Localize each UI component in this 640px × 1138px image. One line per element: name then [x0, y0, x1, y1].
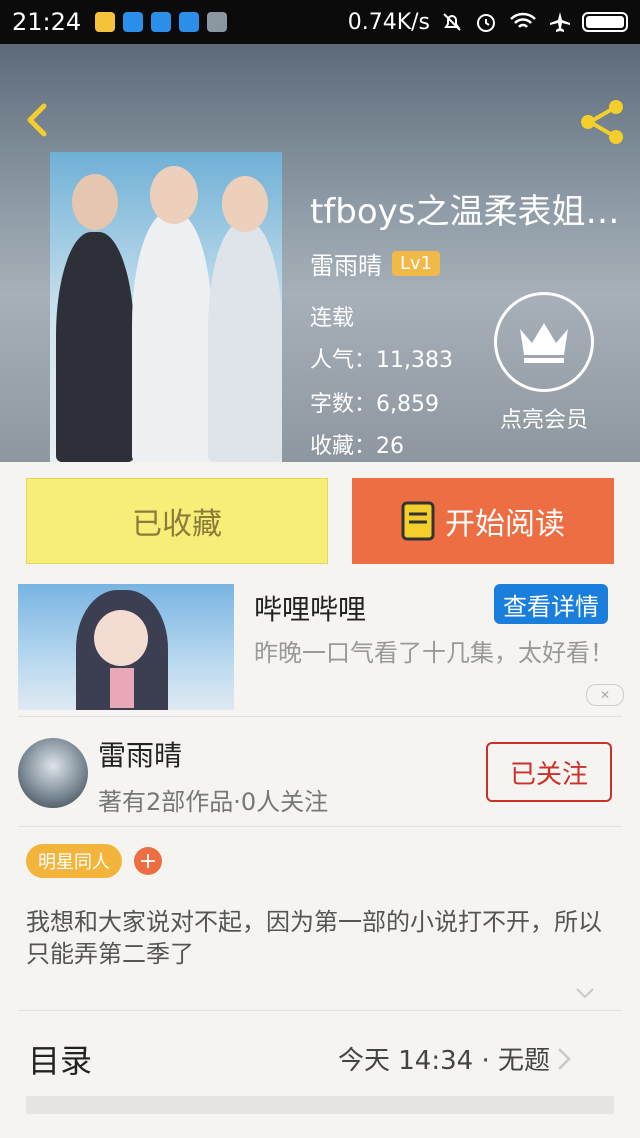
book-icon [401, 501, 435, 541]
book-cover[interactable] [50, 152, 282, 462]
cover-face [150, 166, 198, 224]
cover-figure [208, 222, 282, 462]
status-time: 21:24 [12, 8, 82, 36]
add-tag-button[interactable]: + [134, 847, 162, 875]
book-title: tfboys之温柔表姐… [310, 192, 620, 232]
word-count-stat: 字数：6,859 [310, 392, 439, 417]
level-badge: Lv1 [392, 251, 441, 276]
favorites-stat: 收藏：26 [310, 434, 404, 459]
cover-face [222, 176, 268, 232]
start-reading-label: 开始阅读 [445, 507, 565, 542]
book-description: 我想和大家说对不起，因为第一部的小说打不开，所以只能弄第二季了 [26, 908, 602, 968]
divider [18, 716, 622, 717]
bottom-bar [26, 1096, 614, 1114]
divider [18, 826, 622, 827]
notification-app-icon [151, 12, 172, 32]
author-card-meta: 著有2部作品·0人关注 [98, 788, 329, 816]
chevron-down-icon[interactable] [574, 982, 596, 1004]
start-reading-button[interactable]: 开始阅读 [352, 478, 614, 564]
table-of-contents-label[interactable]: 目录 [28, 1036, 92, 1082]
cover-face [72, 174, 118, 230]
author-row: 雷雨晴 Lv1 [310, 246, 441, 281]
ad-description: 昨晚一口气看了十几集，太好看！ [254, 639, 614, 667]
network-speed: 0.74K/s [347, 9, 430, 35]
latest-chapter-text: 今天 14:34 · 无题 [338, 1046, 550, 1076]
crown-icon [520, 323, 568, 363]
author-avatar[interactable] [18, 738, 88, 808]
ad-title[interactable]: 哔哩哔哩 [254, 588, 366, 628]
wifi-icon [510, 12, 536, 28]
mute-icon [443, 13, 461, 31]
ad-character-collar [110, 668, 134, 708]
chevron-right-icon [558, 1047, 571, 1070]
vip-label[interactable]: 点亮会员 [494, 402, 594, 434]
notification-app-icon [123, 12, 144, 32]
book-header: tfboys之温柔表姐… 雷雨晴 Lv1 连载 人气：11,383 字数：6,8… [0, 44, 640, 462]
ad-view-details-button[interactable]: 查看详情 [494, 584, 608, 624]
ad-character-face [94, 610, 148, 666]
serial-status: 连载 [310, 306, 355, 331]
notification-icons [95, 12, 228, 32]
ad-image[interactable] [18, 584, 234, 710]
cover-figure [56, 232, 134, 462]
vip-button[interactable] [494, 292, 594, 392]
notification-app-icon [207, 12, 228, 32]
status-bar: 21:24 0.74K/s [0, 0, 640, 44]
alarm-icon [477, 14, 495, 32]
followed-button[interactable]: 已关注 [486, 742, 612, 802]
status-right: 0.74K/s [348, 10, 628, 35]
back-arrow-icon[interactable] [18, 100, 58, 140]
airplane-icon [550, 12, 570, 32]
author-card-name[interactable]: 雷雨晴 [98, 734, 182, 774]
author-name[interactable]: 雷雨晴 [310, 246, 382, 281]
ad-close-icon[interactable]: ✕ [586, 684, 624, 706]
collected-button[interactable]: 已收藏 [26, 478, 328, 564]
notification-app-icon [179, 12, 200, 32]
notification-app-icon [95, 12, 116, 32]
popularity-stat: 人气：11,383 [310, 348, 453, 373]
battery-icon [582, 12, 628, 32]
divider [18, 1010, 622, 1011]
genre-tag[interactable]: 明星同人 [26, 844, 122, 878]
latest-chapter-link[interactable]: 今天 14:34 · 无题 [338, 1040, 572, 1077]
cover-figure [132, 212, 212, 462]
share-icon[interactable] [576, 98, 628, 146]
